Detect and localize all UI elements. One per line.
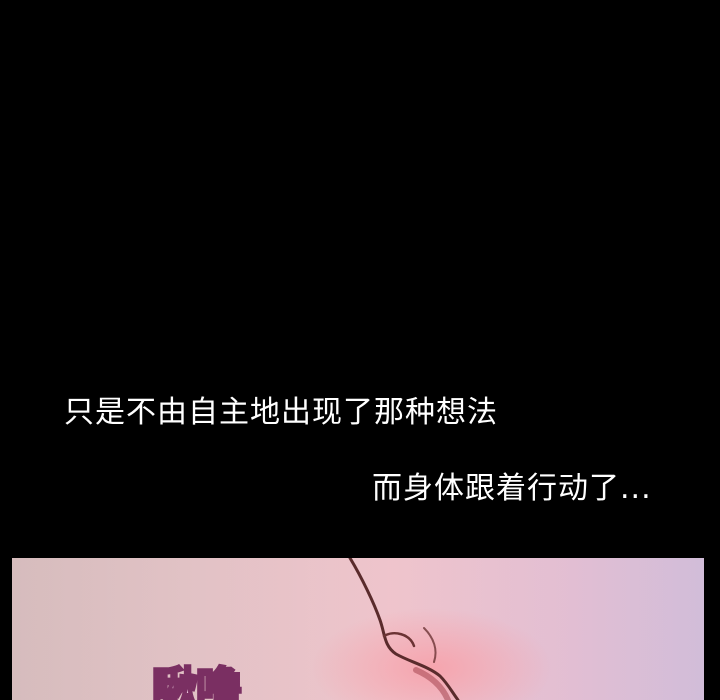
comic-panel: 啾噜: [12, 558, 704, 700]
sound-effect-text: 啾噜: [151, 662, 244, 700]
comic-page: 只是不由自主地出现了那种想法 而身体跟着行动了... 啾噜: [0, 0, 720, 700]
narration-caption-2: 而身体跟着行动了...: [372, 471, 652, 506]
face-closeup-illustration: [12, 558, 704, 700]
narration-caption-1: 只是不由自主地出现了那种想法: [64, 395, 498, 430]
